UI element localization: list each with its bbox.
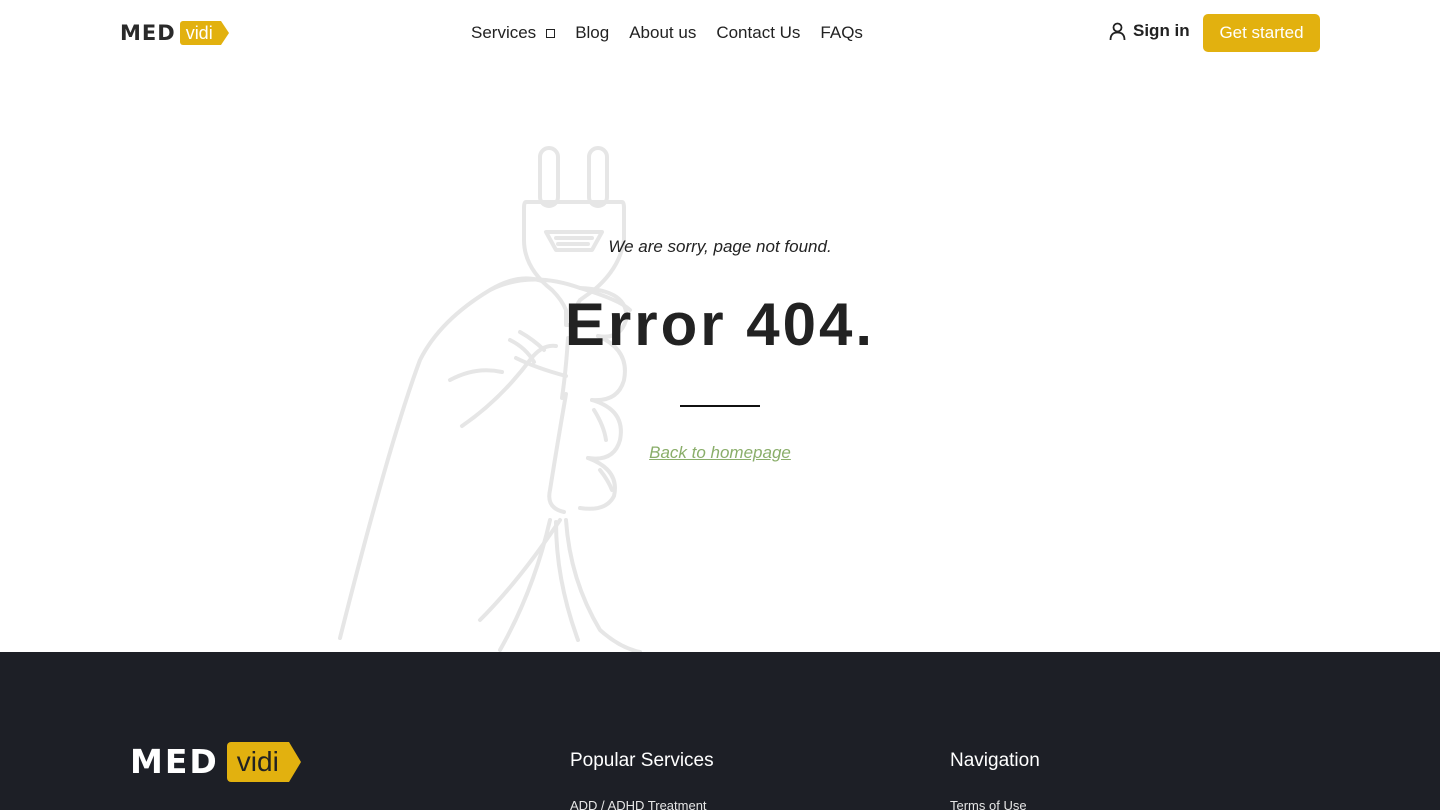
sign-in-label: Sign in: [1133, 21, 1190, 40]
nav-item-faqs[interactable]: FAQs: [820, 22, 863, 44]
nav-item-services-label: Services: [471, 23, 537, 42]
site-footer: MED vidi Popular Services ADD / ADHD Tre…: [0, 652, 1440, 810]
divider: [680, 405, 760, 407]
back-to-homepage-link[interactable]: Back to homepage: [649, 443, 791, 462]
footer-heading-popular-services: Popular Services: [570, 750, 714, 771]
sign-in-link[interactable]: Sign in: [1109, 21, 1190, 41]
footer-heading-navigation: Navigation: [950, 750, 1040, 771]
footer-logo-med-text: MED: [130, 742, 219, 781]
nav-item-blog[interactable]: Blog: [575, 22, 609, 44]
footer-link-add-adhd[interactable]: ADD / ADHD Treatment: [570, 798, 714, 810]
user-icon: [1109, 22, 1126, 40]
get-started-button[interactable]: Get started: [1203, 14, 1320, 52]
logo-vidi-tag: vidi: [179, 21, 229, 45]
error-subtitle: We are sorry, page not found.: [608, 237, 832, 256]
dropdown-icon: [546, 28, 556, 38]
nav-item-about-us[interactable]: About us: [629, 22, 696, 44]
nav-item-contact-us[interactable]: Contact Us: [716, 22, 800, 44]
footer-logo[interactable]: MED vidi: [130, 742, 301, 782]
footer-logo-vidi-tag: vidi: [226, 742, 301, 782]
back-link-wrapper: Back to homepage: [0, 443, 1440, 463]
logo-med-text: MED: [120, 21, 176, 45]
nav-item-services[interactable]: Services: [471, 22, 556, 44]
main-nav: Services Blog About us Contact Us FAQs: [471, 22, 883, 44]
site-header: MED vidi Services Blog About us Contact …: [0, 0, 1440, 66]
hand-holding-plug-illustration: [338, 146, 642, 652]
medvidi-logo[interactable]: MED vidi: [120, 20, 229, 46]
footer-link-terms-of-use[interactable]: Terms of Use: [950, 798, 1040, 810]
error-title: Error 404.: [564, 291, 876, 358]
footer-navigation: Navigation Terms of Use: [950, 750, 1040, 810]
footer-popular-services: Popular Services ADD / ADHD Treatment: [570, 750, 714, 810]
